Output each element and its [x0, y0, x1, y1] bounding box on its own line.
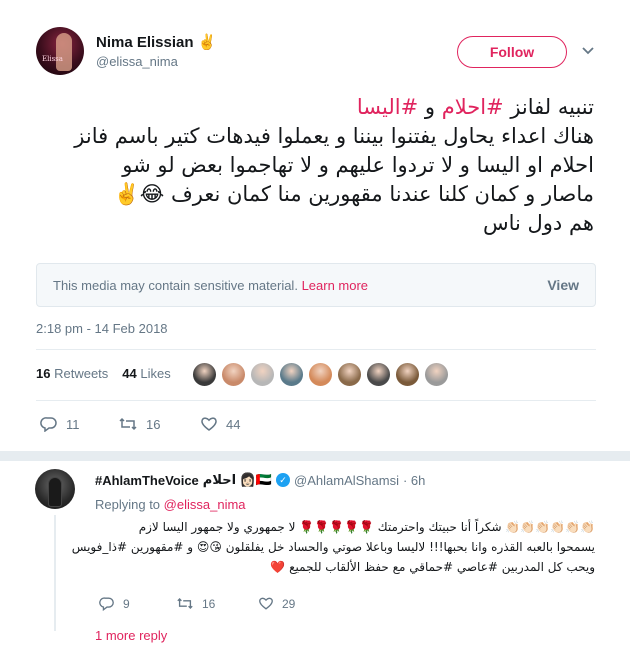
- reply-text-line-3: ويحب كل المدربين #عاصي #حماقي مع حفظ الأ…: [270, 560, 595, 574]
- learn-more-link[interactable]: Learn more: [302, 278, 368, 293]
- reply-header: #AhlamTheVoice احلام 👩🏻🇦🇪 ✓ @AhlamAlSham…: [95, 472, 425, 488]
- more-replies-link[interactable]: 1 more reply: [95, 628, 167, 643]
- author-name-text: Nima Elissian: [96, 34, 194, 51]
- reply-like-action[interactable]: 29: [258, 596, 295, 611]
- verified-badge-icon: ✓: [276, 473, 291, 487]
- section-divider: [0, 451, 630, 461]
- tweet-text-prefix: تنبيه لفانز: [510, 95, 594, 119]
- likers-avatars: [192, 362, 449, 387]
- retweets-stat[interactable]: 16 Retweets: [36, 366, 108, 381]
- retweet-icon: [176, 596, 194, 611]
- tweet-text-line-4: ماصار و كمان كلنا عندنا مقهورين منا كمان…: [113, 182, 594, 206]
- hashtag-ahlam[interactable]: #احلام: [442, 95, 504, 119]
- tweet-timestamp[interactable]: 2:18 pm - 14 Feb 2018: [36, 321, 168, 336]
- heart-icon: [258, 596, 274, 611]
- reply-retweet-count: 16: [202, 596, 216, 611]
- sensitive-media-message: This media may contain sensitive materia…: [53, 278, 368, 293]
- retweet-count: 16: [146, 416, 161, 432]
- avatar-figure: [48, 477, 62, 507]
- replying-to-label: Replying to: [95, 497, 161, 512]
- sensitive-media-text: This media may contain sensitive materia…: [53, 278, 298, 293]
- reply-reply-action[interactable]: 9: [99, 596, 130, 611]
- avatar-caption: Elissa: [42, 55, 63, 63]
- tweet-text-line-2: هناك اعداء يحاول يفتنوا بيننا و يعملوا ف…: [74, 124, 594, 148]
- avatar-figure: [56, 33, 72, 71]
- chevron-down-icon[interactable]: [580, 42, 596, 58]
- thread-line: [54, 515, 56, 631]
- tweet-text: تنبيه لفانز #احلام و #اليسا هناك اعداء ي…: [36, 93, 594, 238]
- tweet-text-line-3: احلام او اليسا و لا تردوا عليهم و لا تها…: [122, 153, 594, 177]
- divider: [36, 349, 596, 350]
- liker-avatar[interactable]: [279, 362, 304, 387]
- author-name-emoji: ✌️: [197, 34, 217, 51]
- follow-button[interactable]: Follow: [457, 36, 567, 68]
- reply-action[interactable]: 11: [40, 416, 80, 432]
- author-avatar[interactable]: Elissa: [36, 27, 84, 75]
- hashtag-elissa[interactable]: #اليسا: [357, 95, 418, 119]
- divider: [36, 400, 596, 401]
- reply-retweet-action[interactable]: 16: [176, 596, 215, 611]
- tweet-text-conjunction: و: [418, 95, 442, 119]
- reply-author-name-suffix[interactable]: احلام 👩🏻🇦🇪: [203, 472, 272, 488]
- sensitive-media-notice: This media may contain sensitive materia…: [36, 263, 596, 307]
- liker-avatar[interactable]: [424, 362, 449, 387]
- view-media-button[interactable]: View: [547, 277, 579, 293]
- liker-avatar[interactable]: [250, 362, 275, 387]
- author-handle[interactable]: @elissa_nima: [96, 54, 178, 69]
- reply-text-line-1: 👏🏻👏🏻👏🏻👏🏻👏🏻👏🏻 شكراً أنا حبيتك واحترمتك 🌹🌹…: [138, 520, 595, 534]
- retweet-icon: [118, 416, 138, 432]
- reply-author-avatar[interactable]: [35, 469, 75, 509]
- tweet-text-line-1: تنبيه لفانز #احلام و #اليسا: [36, 93, 594, 122]
- reply-time[interactable]: · 6h: [403, 473, 425, 488]
- replying-to-handle[interactable]: @elissa_nima: [164, 497, 246, 512]
- reply-icon: [99, 596, 115, 611]
- reply-like-count: 29: [282, 596, 296, 611]
- retweets-label: Retweets: [54, 366, 109, 381]
- reply-author-name[interactable]: #AhlamTheVoice: [95, 473, 199, 488]
- tweet-stats: 16 Retweets 44 Likes: [36, 366, 171, 381]
- reply-reply-count: 9: [123, 596, 130, 611]
- liker-avatar[interactable]: [337, 362, 362, 387]
- likes-stat[interactable]: 44 Likes: [122, 366, 170, 381]
- retweets-count: 16: [36, 366, 51, 381]
- reply-count: 11: [66, 416, 80, 432]
- liker-avatar[interactable]: [395, 362, 420, 387]
- author-name[interactable]: Nima Elissian ✌️: [96, 33, 216, 51]
- replying-to: Replying to @elissa_nima: [95, 497, 246, 512]
- like-count: 44: [226, 416, 241, 432]
- liker-avatar[interactable]: [221, 362, 246, 387]
- reply-author-handle[interactable]: @AhlamAlShamsi: [294, 473, 399, 488]
- likes-count: 44: [122, 366, 137, 381]
- liker-avatar[interactable]: [308, 362, 333, 387]
- heart-icon: [200, 416, 218, 432]
- reply-icon: [40, 416, 58, 432]
- likes-label: Likes: [140, 366, 171, 381]
- reply-text: 👏🏻👏🏻👏🏻👏🏻👏🏻👏🏻 شكراً أنا حبيتك واحترمتك 🌹🌹…: [71, 517, 595, 577]
- liker-avatar[interactable]: [192, 362, 217, 387]
- tweet-text-line-5: هم دول ناس: [482, 211, 594, 235]
- reply-text-line-2: يسمحوا بالعبه القذره وانا بحبها!!! لاليس…: [71, 540, 595, 554]
- like-action[interactable]: 44: [200, 416, 240, 432]
- liker-avatar[interactable]: [366, 362, 391, 387]
- retweet-action[interactable]: 16: [118, 416, 160, 432]
